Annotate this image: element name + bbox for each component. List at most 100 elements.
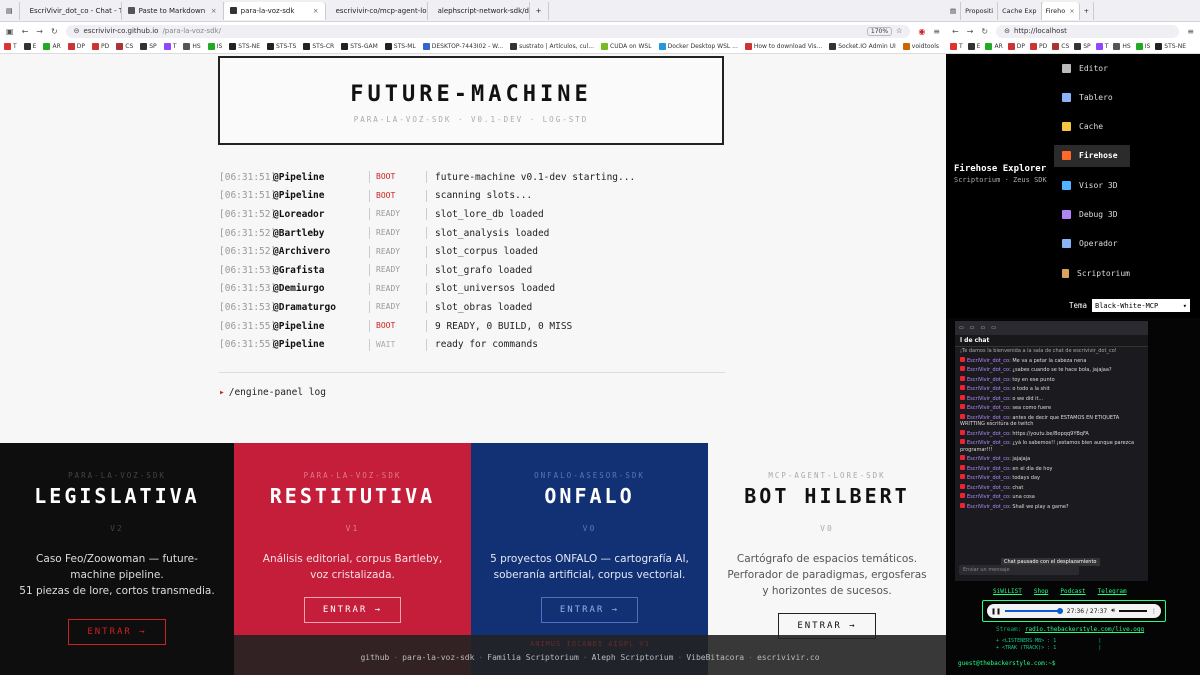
chat-username[interactable]: EscriVivir_dot_co <box>967 367 1009 373</box>
enter-button[interactable]: ENTRAR → <box>540 597 639 623</box>
theme-select[interactable]: Black-White-MCP ▾ <box>1092 299 1190 312</box>
nav-item-tablero[interactable]: Tablero <box>1054 86 1130 108</box>
reload-icon[interactable]: ↻ <box>981 27 988 36</box>
nav-item-firehose[interactable]: Firehose <box>1054 144 1130 167</box>
chat-username[interactable]: EscriVivir_dot_co <box>967 456 1009 462</box>
bookmark-item[interactable]: STS-GAM <box>341 43 378 50</box>
close-icon[interactable]: × <box>313 7 319 15</box>
chat-username[interactable]: EscriVivir_dot_co <box>967 386 1009 392</box>
bookmark-item[interactable]: AR <box>985 43 1003 50</box>
bookmark-item[interactable]: Docker Desktop WSL ... <box>658 43 738 50</box>
bookmark-item[interactable]: AR <box>43 43 61 50</box>
browser-tab[interactable]: Propositi <box>961 1 999 20</box>
bookmark-item[interactable]: SP <box>1074 43 1091 50</box>
new-tab-icon[interactable]: + <box>530 1 549 20</box>
bookmark-item[interactable]: CS <box>1052 43 1069 50</box>
chat-username[interactable]: EscriVivir_dot_co <box>967 431 1009 437</box>
footer-link[interactable]: Aleph Scriptorium <box>592 653 674 662</box>
chat-tab[interactable]: ▭ <box>970 325 975 331</box>
bookmark-item[interactable]: STS-NE <box>1155 43 1186 50</box>
browser-tab[interactable]: escrivivir-co/mcp-agent-lore-sdk× <box>326 1 428 20</box>
chat-username[interactable]: EscriVivir_dot_co <box>967 377 1009 383</box>
bookmark-item[interactable]: IS <box>207 43 222 50</box>
url-bar[interactable]: ⊝ http://localhost <box>996 24 1180 38</box>
bookmark-item[interactable]: T <box>1095 43 1108 50</box>
forward-icon[interactable]: → <box>967 27 974 36</box>
radio-link[interactable]: Podcast <box>1060 588 1085 595</box>
radio-link[interactable]: Shop <box>1034 588 1048 595</box>
more-options-icon[interactable]: ⋮ <box>1151 608 1157 615</box>
nav-item-debug-3d[interactable]: Debug 3D <box>1054 204 1130 226</box>
chat-username[interactable]: EscriVivir_dot_co <box>967 485 1009 491</box>
footer-link[interactable]: escrivivir.co <box>757 653 820 662</box>
new-tab-icon[interactable]: + <box>1080 1 1095 20</box>
forward-icon[interactable]: → <box>36 27 43 36</box>
nav-item-editor[interactable]: Editor <box>1054 57 1130 79</box>
volume-icon[interactable]: 🔊︎ <box>1111 607 1115 615</box>
url-bar[interactable]: ⊝ escrivivir-co.github.io/para-la-voz-sd… <box>65 24 911 38</box>
chat-username[interactable]: EscriVivir_dot_co <box>967 475 1009 481</box>
chat-username[interactable]: EscriVivir_dot_co <box>967 440 1009 446</box>
back-icon[interactable]: ← <box>952 27 959 36</box>
reload-icon[interactable]: ↻ <box>51 27 58 36</box>
bookmark-item[interactable]: PD <box>1030 43 1047 50</box>
browser-tab[interactable]: Cache Exp <box>998 1 1042 20</box>
audio-progress-bar[interactable] <box>1005 608 1063 614</box>
browser-tab[interactable]: alephscript-network-sdk/docs a× <box>428 1 530 20</box>
bookmark-item[interactable]: DP <box>1007 43 1025 50</box>
bookmark-item[interactable]: STS-ML <box>384 43 416 50</box>
nav-item-visor-3d[interactable]: Visor 3D <box>1054 174 1130 196</box>
bookmark-item[interactable]: HS <box>183 43 201 50</box>
chat-username[interactable]: EscriVivir_dot_co <box>967 405 1009 411</box>
bookmark-item[interactable]: How to download Vis... <box>744 43 822 50</box>
chat-username[interactable]: EscriVivir_dot_co <box>967 396 1009 402</box>
browser-tab[interactable]: para-la-voz-sdk × <box>223 1 326 20</box>
chat-tab[interactable]: ▭ <box>980 325 985 331</box>
bookmark-star-icon[interactable]: ☆ <box>896 27 902 35</box>
bookmark-item[interactable]: PD <box>92 43 109 50</box>
bookmark-item[interactable]: E <box>967 43 980 50</box>
audio-progress-knob[interactable] <box>1056 608 1063 614</box>
nav-item-cache[interactable]: Cache <box>1054 116 1130 138</box>
chat-tab[interactable]: ▭ <box>991 325 996 331</box>
pause-icon[interactable]: ❚❚ <box>991 608 1001 615</box>
bookmark-item[interactable]: DESKTOP-7443I02 - W... <box>422 43 503 50</box>
enter-button[interactable]: ENTRAR → <box>303 597 402 623</box>
footer-link[interactable]: VibeBitacora <box>686 653 744 662</box>
chat-username[interactable]: EscriVivir_dot_co <box>967 494 1009 500</box>
chat-username[interactable]: EscriVivir_dot_co <box>967 466 1009 472</box>
menu-icon[interactable]: ≡ <box>1187 27 1194 36</box>
command-link[interactable]: ▸/engine-panel log <box>219 387 326 398</box>
site-info-icon[interactable]: ⊝ <box>74 27 80 35</box>
bookmark-item[interactable]: T <box>950 43 963 50</box>
back-icon[interactable]: ← <box>22 27 29 36</box>
chat-input[interactable]: Enviar un mensaje <box>959 565 1079 575</box>
chat-username[interactable]: EscriVivir_dot_co <box>967 358 1009 364</box>
bookmark-item[interactable]: T <box>163 43 176 50</box>
menu-icon[interactable]: ≡ <box>933 27 940 36</box>
bookmark-item[interactable]: SP <box>140 43 157 50</box>
bookmark-item[interactable]: voidtools <box>902 43 939 50</box>
volume-slider[interactable] <box>1119 610 1147 612</box>
stream-url[interactable]: radio.thebackerstyle.com/live.ogg <box>1025 626 1144 633</box>
radio-link[interactable]: Telegram <box>1098 588 1127 595</box>
bookmark-item[interactable]: E <box>23 43 36 50</box>
tab-list-icon[interactable]: ▤ <box>0 1 20 20</box>
chat-username[interactable]: EscriVivir_dot_co <box>967 415 1009 421</box>
bookmark-item[interactable]: STS-NE <box>229 43 260 50</box>
extension-icon[interactable]: ◉ <box>918 27 925 36</box>
bookmark-item[interactable]: HS <box>1113 43 1131 50</box>
footer-link[interactable]: Familia Scriptorium <box>487 653 579 662</box>
zoom-level[interactable]: 170% <box>866 26 893 36</box>
bookmark-item[interactable]: CUDA on WSL <box>601 43 652 50</box>
close-icon[interactable]: × <box>211 7 217 15</box>
bookmark-item[interactable]: T <box>4 43 17 50</box>
bookmark-item[interactable]: CS <box>116 43 133 50</box>
close-icon[interactable]: × <box>1069 7 1074 15</box>
enter-button[interactable]: ENTRAR → <box>68 619 166 645</box>
footer-link[interactable]: github <box>360 653 389 662</box>
browser-tab[interactable]: Paste to Markdown × <box>122 1 224 20</box>
bookmark-item[interactable]: STS-CR <box>303 43 334 50</box>
sidebar-toggle-icon[interactable]: ▣ <box>6 27 14 36</box>
chat-username[interactable]: EscriVivir_dot_co <box>967 504 1009 510</box>
